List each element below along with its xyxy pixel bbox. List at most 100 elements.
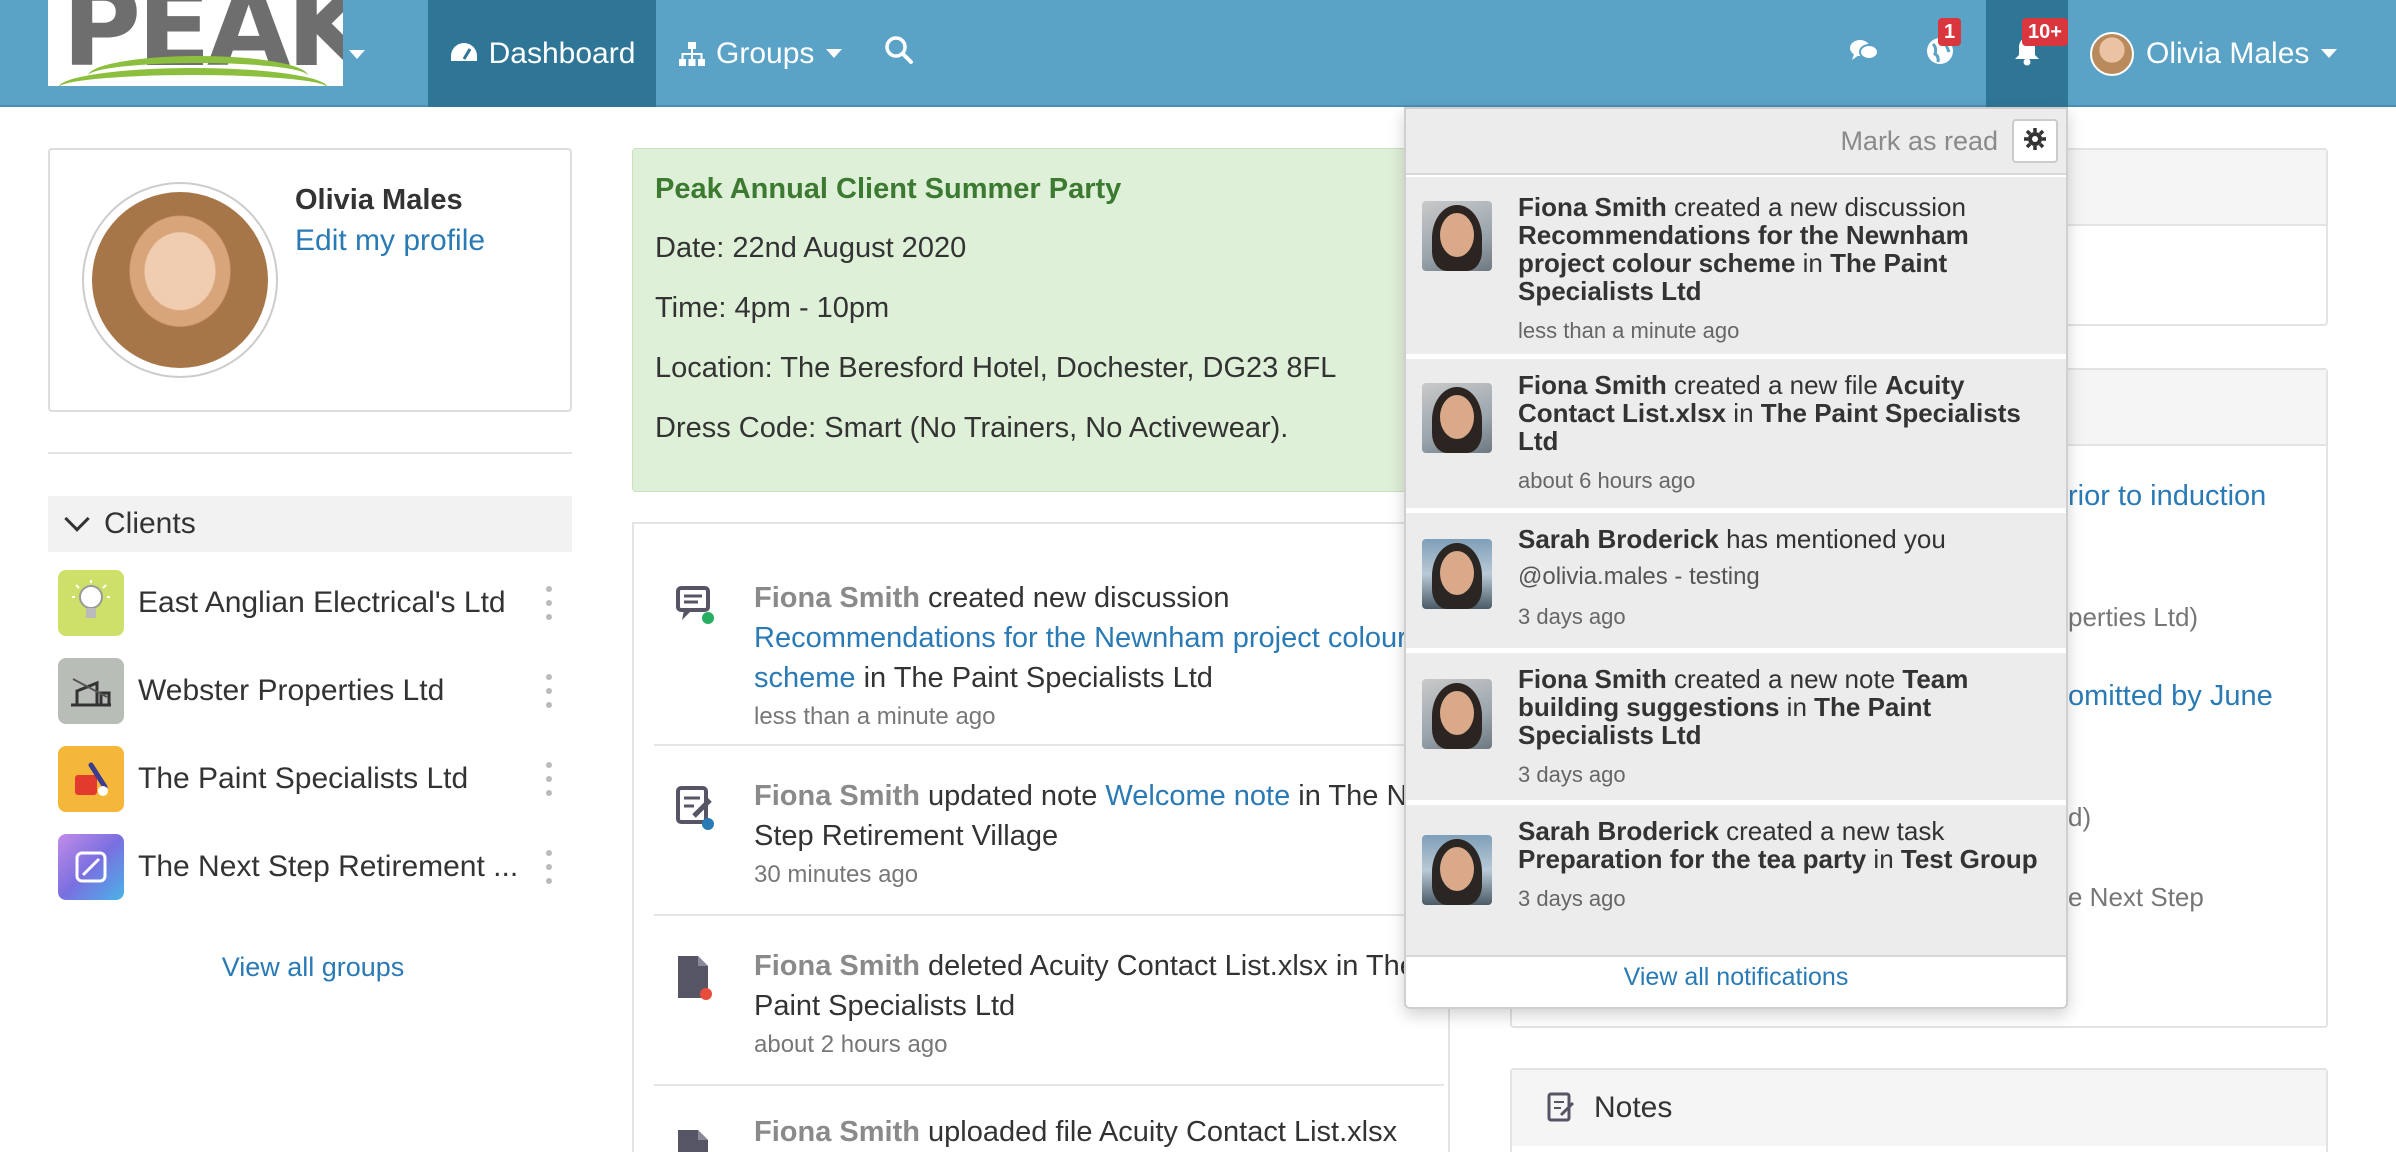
activity-feed: Fiona Smith created new discussion Recom… xyxy=(632,522,1450,1152)
notes-header: Notes xyxy=(1512,1070,2326,1146)
avatar xyxy=(1422,201,1492,271)
client-item[interactable]: East Anglian Electrical's Ltd xyxy=(58,568,572,638)
notifications-button[interactable] xyxy=(1986,0,2068,107)
notification-user: Fiona Smith xyxy=(1518,370,1667,400)
notification-item[interactable]: Sarah Broderick created a new task Prepa… xyxy=(1406,805,2066,955)
notification-item[interactable]: Sarah Broderick has mentioned you @olivi… xyxy=(1406,513,2066,651)
feed-text: Fiona Smith updated note Welcome note in… xyxy=(754,776,1454,894)
avatar xyxy=(1422,679,1492,749)
notes-title: Notes xyxy=(1594,1091,1673,1124)
more-options-icon[interactable] xyxy=(546,850,552,884)
feed-item: Fiona Smith deleted Acuity Contact List.… xyxy=(654,918,1444,1086)
nav-groups-label: Groups xyxy=(716,36,815,70)
notification-item[interactable]: Fiona Smith created a new file Acuity Co… xyxy=(1406,359,2066,511)
divider xyxy=(48,452,572,454)
panel-text: e Next Step xyxy=(2068,882,2204,912)
chevron-down-icon xyxy=(826,49,843,58)
feed-timestamp: less than a minute ago xyxy=(754,703,996,730)
client-name: Webster Properties Ltd xyxy=(138,674,445,707)
notification-object: Preparation for the tea party xyxy=(1518,844,1867,874)
more-options-icon[interactable] xyxy=(546,674,552,708)
client-name: East Anglian Electrical's Ltd xyxy=(138,586,506,619)
user-menu-dropdown[interactable]: Olivia Males xyxy=(2090,0,2338,107)
panel-text: d) xyxy=(2068,802,2092,832)
feed-user-link[interactable]: Fiona Smith xyxy=(754,582,920,614)
sitemap-icon xyxy=(678,41,706,67)
notification-settings-button[interactable] xyxy=(2012,119,2058,163)
notification-preposition: in xyxy=(1726,398,1761,428)
view-all-groups-link[interactable]: View all groups xyxy=(48,952,578,983)
messages-button[interactable] xyxy=(1844,0,1884,107)
notification-user: Sarah Broderick xyxy=(1518,816,1719,846)
notifications-header: Mark as read xyxy=(1406,109,2066,175)
avatar xyxy=(92,192,268,368)
notification-item[interactable]: Fiona Smith created a new discussion Rec… xyxy=(1406,177,2066,357)
feed-action: updated note xyxy=(919,780,1106,812)
client-item[interactable]: Webster Properties Ltd xyxy=(58,656,572,726)
logo-caret-icon[interactable] xyxy=(349,50,365,59)
event-time: Time: 4pm - 10pm xyxy=(655,292,890,324)
notification-timestamp: 3 days ago xyxy=(1518,604,1626,629)
feed-timestamp: about 2 hours ago xyxy=(754,1031,948,1058)
feed-object-link[interactable]: Welcome note xyxy=(1105,780,1290,812)
panel-text: perties Ltd) xyxy=(2068,602,2199,632)
clients-section-toggle[interactable]: Clients xyxy=(48,496,572,552)
chevron-down-icon xyxy=(64,506,90,532)
notification-text: Fiona Smith created a new file Acuity Co… xyxy=(1518,371,2048,495)
activity-count-badge: 1 xyxy=(1938,18,1962,46)
feed-user-link[interactable]: Fiona Smith xyxy=(754,1116,920,1148)
feed-context: in The Paint Specialists Ltd xyxy=(855,662,1213,694)
notification-text: Sarah Broderick created a new task Prepa… xyxy=(1518,817,2048,913)
feed-action: uploaded file Acuity Contact List.xlsx xyxy=(919,1116,1398,1148)
notification-verb: created a new task xyxy=(1718,816,1945,846)
view-all-notifications-link[interactable]: View all notifications xyxy=(1406,955,2066,1007)
feed-user-link[interactable]: Fiona Smith xyxy=(754,950,920,982)
panel-link[interactable]: rior to induction xyxy=(2068,480,2266,513)
peak-logo[interactable]: PEAK xyxy=(48,0,343,86)
nav-dashboard[interactable]: Dashboard xyxy=(428,0,656,107)
activity-button[interactable] xyxy=(1920,0,1960,107)
notification-group: Test Group xyxy=(1900,844,2038,874)
notification-item[interactable]: Fiona Smith created a new note Team buil… xyxy=(1406,653,2066,803)
notes-icon xyxy=(1546,1091,1576,1125)
profile-photo[interactable] xyxy=(82,182,278,378)
notification-user: Sarah Broderick xyxy=(1518,524,1719,554)
search-button[interactable] xyxy=(884,0,914,107)
mark-as-read-button[interactable]: Mark as read xyxy=(1840,126,1998,157)
avatar xyxy=(1422,383,1492,453)
file-icon xyxy=(674,1128,718,1152)
client-item[interactable]: The Paint Specialists Ltd xyxy=(58,744,572,814)
avatar xyxy=(1422,539,1492,609)
feed-action: created new discussion xyxy=(919,582,1230,614)
notification-text: Sarah Broderick has mentioned you @olivi… xyxy=(1518,525,2048,631)
dashboard-gauge-icon xyxy=(449,41,479,67)
top-navbar: PEAK Dashboard Groups 1 10+ Olivia Males xyxy=(0,0,2396,107)
discussion-icon xyxy=(674,582,718,630)
more-options-icon[interactable] xyxy=(546,762,552,796)
nav-groups-dropdown[interactable]: Groups xyxy=(678,0,843,107)
feed-timestamp: 30 minutes ago xyxy=(754,861,919,888)
profile-name: Olivia Males xyxy=(295,184,463,216)
client-item[interactable]: The Next Step Retirement ... xyxy=(58,832,572,902)
paint-icon xyxy=(58,746,124,812)
notification-timestamp: about 6 hours ago xyxy=(1518,468,1696,493)
feed-item: Fiona Smith uploaded file Acuity Contact… xyxy=(654,1088,1444,1152)
notification-message: @olivia.males - testing xyxy=(1518,563,1760,590)
gear-icon xyxy=(2023,127,2047,156)
building-icon xyxy=(58,658,124,724)
notes-panel: Notes xyxy=(1510,1068,2328,1152)
search-icon xyxy=(884,35,914,73)
more-options-icon[interactable] xyxy=(546,586,552,620)
panel-link[interactable]: omitted by June xyxy=(2068,680,2273,713)
file-icon xyxy=(674,954,718,1002)
feed-user-link[interactable]: Fiona Smith xyxy=(754,780,920,812)
notification-user: Fiona Smith xyxy=(1518,192,1667,222)
edit-profile-link[interactable]: Edit my profile xyxy=(295,224,485,258)
chat-bubbles-icon xyxy=(1849,38,1879,69)
avatar xyxy=(2090,31,2134,76)
notification-verb: has mentioned you xyxy=(1718,524,1946,554)
avatar xyxy=(1422,835,1492,905)
notification-text: Fiona Smith created a new note Team buil… xyxy=(1518,665,2048,789)
event-dress-code: Dress Code: Smart (No Trainers, No Activ… xyxy=(655,412,1289,444)
feed-text: Fiona Smith created new discussion Recom… xyxy=(754,578,1454,736)
